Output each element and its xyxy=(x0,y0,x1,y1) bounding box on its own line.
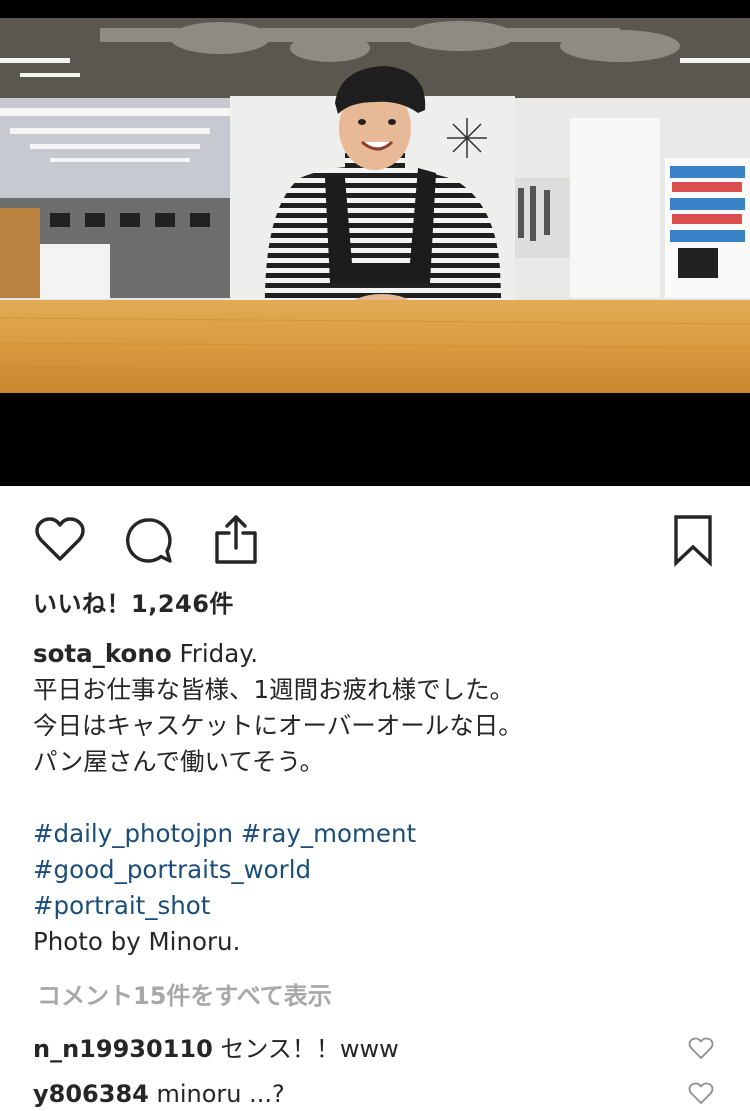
comment-username[interactable]: n_n19930110 xyxy=(33,1035,213,1063)
caption-username[interactable]: sota_kono xyxy=(33,639,172,668)
comment-text: minoru ...? xyxy=(156,1080,285,1108)
comment-username[interactable]: y806384 xyxy=(33,1080,149,1108)
photo-scene xyxy=(0,18,750,393)
comment-like-heart-icon[interactable] xyxy=(688,1037,714,1061)
likes-count[interactable]: いいね！1,246件 xyxy=(33,584,234,619)
comment-like-heart-icon[interactable] xyxy=(688,1082,714,1106)
post-photo[interactable] xyxy=(0,0,750,486)
bookmark-icon[interactable] xyxy=(666,514,720,568)
view-all-comments-link[interactable]: コメント15件をすべて表示 xyxy=(37,976,332,1011)
comment-text: センス！！www xyxy=(220,1035,399,1063)
heart-icon[interactable] xyxy=(33,514,87,568)
action-bar xyxy=(0,486,750,586)
caption-line: Friday. xyxy=(179,639,259,668)
share-icon[interactable] xyxy=(209,514,263,568)
comment-item: y806384 minoru ...? xyxy=(33,1077,733,1111)
caption-line: パン屋さんで働いてそう。 xyxy=(33,747,325,776)
post-caption: sota_kono Friday. 平日お仕事な皆様、1週間お疲れ様でした。 今… xyxy=(33,636,723,960)
caption-line: 今日はキャスケットにオーバーオールな日。 xyxy=(33,711,523,740)
hashtag-line[interactable]: #daily_photojpn #ray_moment xyxy=(33,816,723,852)
hashtag-line[interactable]: #portrait_shot xyxy=(33,888,723,924)
caption-first-line: sota_kono Friday. xyxy=(33,636,723,672)
hashtag-line[interactable]: #good_portraits_world xyxy=(33,852,723,888)
comment-bubble-icon[interactable] xyxy=(121,514,175,568)
comment-item: n_n19930110 センス！！www xyxy=(33,1032,733,1066)
photo-credit: Photo by Minoru. xyxy=(33,927,241,956)
caption-line: 平日お仕事な皆様、1週間お疲れ様でした。 xyxy=(33,675,515,704)
